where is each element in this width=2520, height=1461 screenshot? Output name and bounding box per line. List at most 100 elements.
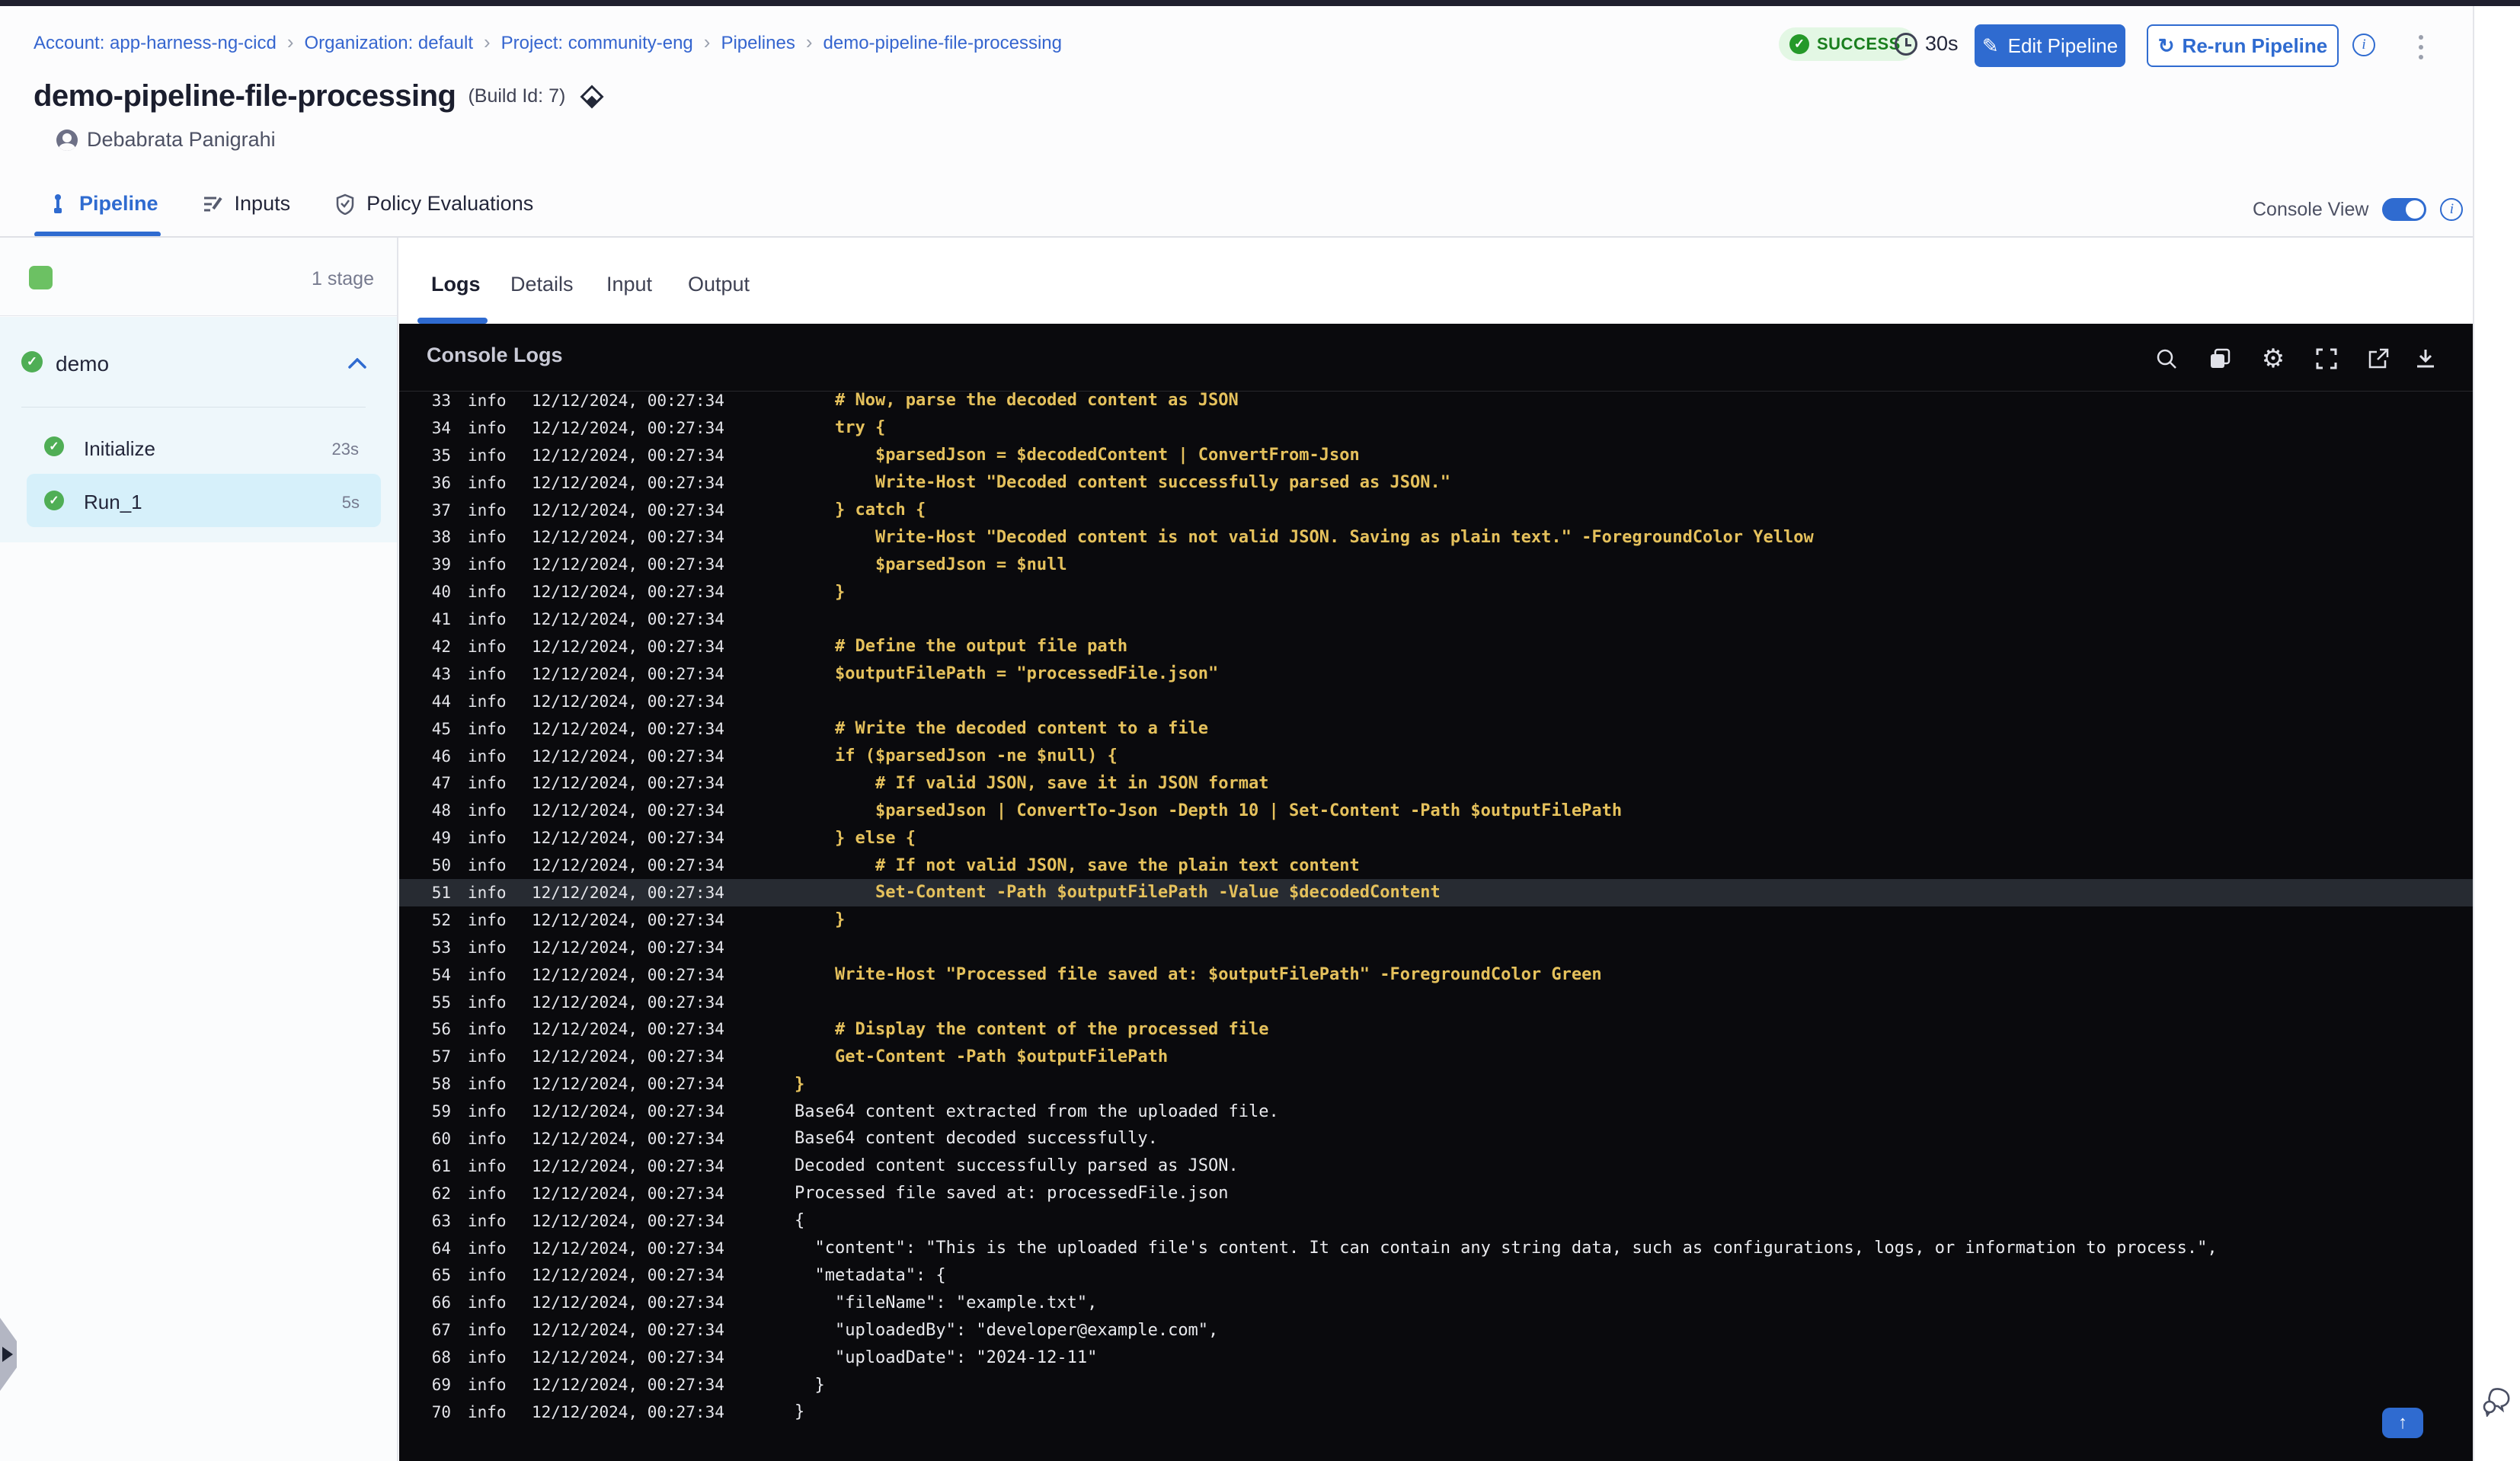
tab-inputs[interactable]: Inputs <box>203 192 291 216</box>
console-view-toggle[interactable] <box>2382 198 2427 221</box>
console-log-list: 33 info 12/12/2024, 00:27:34 # Now, parse … <box>399 392 2473 1461</box>
step-detail-tabs: Logs Details Input Output <box>399 238 2473 324</box>
fullscreen-icon[interactable] <box>2313 345 2340 372</box>
tab-policy-evaluations[interactable]: Policy Evaluations <box>334 192 533 216</box>
log-line-number: 50 <box>431 856 451 875</box>
execution-sidebar: 1 stage ✓ demo ✓ Initialize 23s ✓ Run_1 … <box>0 238 398 1461</box>
log-line-number: 51 <box>431 883 451 902</box>
log-line-number: 39 <box>431 555 451 574</box>
step-name: Initialize <box>84 437 155 460</box>
tab-inputs-label: Inputs <box>234 192 291 215</box>
log-message: Get-Content -Path $outputFilePath <box>795 1047 1169 1066</box>
log-row-66: 66 info 12/12/2024, 00:27:34 "fileName": "… <box>399 1289 2473 1316</box>
stage-name: demo <box>56 352 110 376</box>
log-timestamp: 12/12/2024, 00:27:34 <box>532 883 724 902</box>
log-message: } <box>795 1402 805 1422</box>
download-icon[interactable] <box>2412 345 2439 372</box>
log-line-number: 64 <box>431 1239 451 1258</box>
more-options-button[interactable] <box>2406 30 2436 64</box>
success-check-icon: ✓ <box>1789 34 1809 54</box>
log-line-number: 42 <box>431 637 451 656</box>
console-view-info-icon[interactable]: i <box>2440 198 2464 221</box>
step-row-initialize[interactable]: ✓ Initialize 23s <box>0 425 397 468</box>
tab-policy-label: Policy Evaluations <box>366 192 534 215</box>
breadcrumb-pipeline-name[interactable]: demo-pipeline-file-processing <box>823 33 1063 53</box>
log-row-70: 70 info 12/12/2024, 00:27:34} <box>399 1399 2473 1426</box>
log-line-number: 55 <box>431 993 451 1012</box>
log-row-58: 58 info 12/12/2024, 00:27:34} <box>399 1070 2473 1098</box>
log-line-number: 38 <box>431 528 451 547</box>
duration-display: 30s <box>1895 32 1959 56</box>
log-level: info <box>468 801 507 820</box>
log-line-number: 47 <box>431 774 451 793</box>
open-in-new-icon[interactable] <box>2365 345 2392 372</box>
rerun-pipeline-button[interactable]: ↻ Re-run Pipeline <box>2147 24 2339 67</box>
log-message: # Display the content of the processed f… <box>795 1019 1269 1039</box>
log-timestamp: 12/12/2024, 00:27:34 <box>532 418 724 437</box>
log-timestamp: 12/12/2024, 00:27:34 <box>532 938 724 957</box>
build-id-label: (Build Id: 7) <box>468 85 566 107</box>
log-timestamp: 12/12/2024, 00:27:34 <box>532 692 724 711</box>
log-line-number: 41 <box>431 610 451 629</box>
log-timestamp: 12/12/2024, 00:27:34 <box>532 1402 724 1421</box>
log-line-number: 49 <box>431 829 451 848</box>
log-timestamp: 12/12/2024, 00:27:34 <box>532 1239 724 1258</box>
log-line-number: 70 <box>431 1402 451 1421</box>
scroll-to-top-button[interactable]: ↑ <box>2382 1408 2423 1438</box>
log-row-38: 38 info 12/12/2024, 00:27:34 Write-Host "D… <box>399 523 2473 551</box>
edit-pipeline-button[interactable]: ✎ Edit Pipeline <box>1975 24 2125 67</box>
log-message: Write-Host "Decoded content successfully… <box>795 473 1450 493</box>
tab-pipeline[interactable]: Pipeline <box>47 192 158 216</box>
support-chat-icon[interactable] <box>2480 1386 2514 1417</box>
log-line-number: 57 <box>431 1047 451 1066</box>
log-row-40: 40 info 12/12/2024, 00:27:34 } <box>399 578 2473 606</box>
settings-gear-icon[interactable]: ⚙ <box>2259 344 2287 373</box>
log-level: info <box>468 473 507 492</box>
copy-icon[interactable] <box>2206 345 2234 372</box>
log-level: info <box>468 938 507 957</box>
tab-output[interactable]: Output <box>688 273 750 296</box>
breadcrumb-account[interactable]: Account: app-harness-ng-cicd <box>34 33 277 53</box>
log-message: { <box>795 1211 805 1231</box>
tab-logs[interactable]: Logs <box>431 273 481 296</box>
search-icon[interactable] <box>2153 345 2180 372</box>
log-line-number: 34 <box>431 418 451 437</box>
log-timestamp: 12/12/2024, 00:27:34 <box>532 1211 724 1230</box>
log-line-number: 65 <box>431 1266 451 1285</box>
log-message: } <box>795 1375 825 1395</box>
log-message: # If not valid JSON, save the plain text… <box>795 855 1360 875</box>
info-icon[interactable]: i <box>2352 34 2375 56</box>
status-badge-label: SUCCESS <box>1817 34 1901 53</box>
log-level: info <box>468 1129 507 1148</box>
log-level: info <box>468 1239 507 1258</box>
log-level: info <box>468 1184 507 1203</box>
tab-details[interactable]: Details <box>510 273 574 296</box>
divider <box>21 407 366 408</box>
log-row-53: 53 info 12/12/2024, 00:27:34 <box>399 934 2473 961</box>
log-message: # Define the output file path <box>795 637 1128 657</box>
log-row-41: 41 info 12/12/2024, 00:27:34 <box>399 606 2473 633</box>
breadcrumb-separator: › <box>484 30 491 53</box>
chevron-up-icon[interactable] <box>348 358 366 369</box>
breadcrumb-project[interactable]: Project: community-eng <box>501 33 693 53</box>
log-timestamp: 12/12/2024, 00:27:34 <box>532 500 724 520</box>
log-row-59: 59 info 12/12/2024, 00:27:34 Base64 content… <box>399 1098 2473 1125</box>
log-message: # If valid JSON, save it in JSON format <box>795 773 1269 793</box>
log-message: } <box>795 1074 805 1094</box>
log-level: info <box>468 1211 507 1230</box>
tab-input[interactable]: Input <box>606 273 652 296</box>
breadcrumb-separator: › <box>703 30 711 53</box>
log-timestamp: 12/12/2024, 00:27:34 <box>532 1348 724 1367</box>
log-line-number: 63 <box>431 1211 451 1230</box>
log-level: info <box>468 610 507 629</box>
breadcrumb-pipelines[interactable]: Pipelines <box>721 33 795 53</box>
breadcrumb-organization[interactable]: Organization: default <box>305 33 473 53</box>
log-level: info <box>468 555 507 574</box>
log-row-61: 61 info 12/12/2024, 00:27:34 Decoded conten… <box>399 1152 2473 1180</box>
stage-row-demo[interactable]: ✓ demo <box>0 340 397 385</box>
log-row-51: 51 info 12/12/2024, 00:27:34 Set-Content -… <box>399 879 2473 906</box>
log-level: info <box>468 719 507 738</box>
pencil-icon: ✎ <box>1981 34 1999 57</box>
step-row-run-1-selected[interactable]: ✓ Run_1 5s <box>27 474 381 527</box>
log-message: Decoded content successfully parsed as J… <box>795 1156 1239 1176</box>
